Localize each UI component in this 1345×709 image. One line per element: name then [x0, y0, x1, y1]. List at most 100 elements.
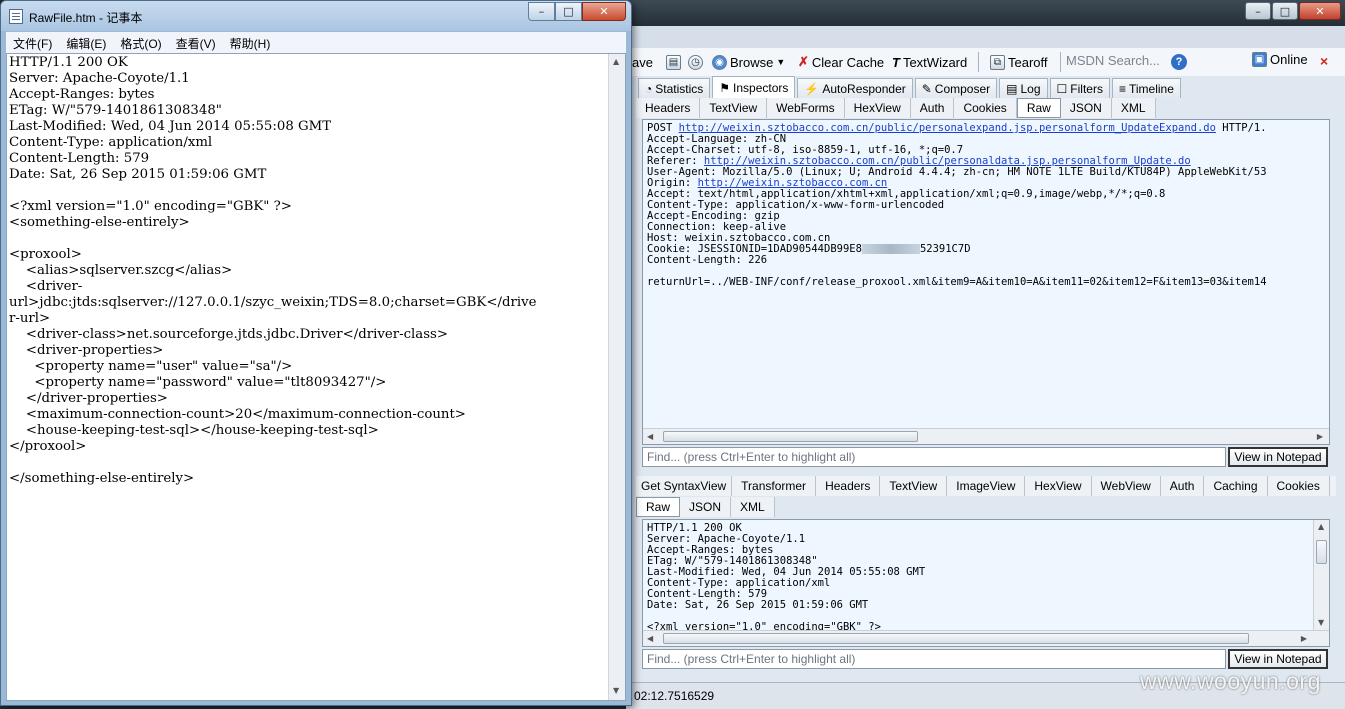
menu-file[interactable]: 文件(F) — [6, 32, 59, 53]
response-raw-text: HTTP/1.1 200 OK Server: Apache-Coyote/1.… — [647, 522, 926, 633]
resp-tab-syntaxview[interactable]: Get SyntaxView — [636, 476, 733, 496]
req-tab-xml[interactable]: XML — [1111, 98, 1156, 118]
tab-timeline[interactable]: ≡ Timeline — [1111, 78, 1181, 98]
help-icon[interactable]: ? — [1171, 54, 1187, 70]
req-tab-hexview[interactable]: HexView — [844, 98, 911, 118]
resp-tab-webview[interactable]: WebView — [1091, 476, 1161, 496]
req-tab-auth[interactable]: Auth — [910, 98, 955, 118]
online-indicator[interactable]: ▣ Online — [1252, 52, 1308, 67]
editor-vscrollbar[interactable]: ▲ ▼ — [608, 54, 625, 700]
notepad-app-icon[interactable] — [9, 9, 23, 24]
resp-tab-textview[interactable]: TextView — [880, 476, 948, 496]
tab-statistics[interactable]: ◔ Statistics — [638, 78, 711, 98]
request-raw-pane[interactable]: POST http://weixin.sztobacco.com.cn/publ… — [642, 119, 1330, 445]
filters-icon: ☐ — [1056, 81, 1068, 96]
req-tab-cookies[interactable]: Cookies — [954, 98, 1017, 118]
resp-tab-hexview[interactable]: HexView — [1025, 476, 1092, 496]
textwizard-button[interactable]: T TextWizard — [892, 48, 967, 76]
notepad-titlebar[interactable]: RawFile.htm - 记事本 – □ ✕ — [1, 1, 631, 31]
req-tab-webforms[interactable]: WebForms — [767, 98, 845, 118]
autoresponder-icon: ⚡ — [804, 81, 820, 96]
scroll-thumb[interactable] — [1316, 540, 1327, 564]
request-find-input[interactable]: Find... (press Ctrl+Enter to highlight a… — [642, 447, 1226, 467]
tab-label: Log — [1020, 81, 1041, 96]
req-tab-raw[interactable]: Raw — [1016, 98, 1061, 118]
resp-tab-transformer[interactable]: Transformer — [732, 476, 817, 496]
scroll-thumb[interactable] — [663, 431, 918, 442]
online-label: Online — [1270, 52, 1308, 67]
document-text: HTTP/1.1 200 OK Server: Apache-Coyote/1.… — [9, 55, 537, 486]
menu-help[interactable]: 帮助(H) — [223, 32, 278, 53]
clear-cache-button[interactable]: ✗ Clear Cache — [798, 48, 884, 76]
clear-cache-icon: ✗ — [798, 54, 809, 69]
response-view-in-notepad-button[interactable]: View in Notepad — [1228, 649, 1328, 669]
scroll-thumb[interactable] — [663, 633, 1249, 644]
close-panel-icon[interactable]: × — [1320, 53, 1328, 69]
resp-tab-cookies[interactable]: Cookies — [1267, 476, 1330, 496]
notepad-window: RawFile.htm - 记事本 – □ ✕ 文件(F) 编辑(E) 格式(O… — [0, 0, 632, 706]
request-view-in-notepad-button[interactable]: View in Notepad — [1228, 447, 1328, 467]
header-content-length: Content-Length: 226 — [647, 254, 768, 266]
status-timer: 02:12.7516529 — [634, 689, 715, 703]
resp-tab-json[interactable]: JSON — [680, 497, 732, 517]
response-find-input[interactable]: Find... (press Ctrl+Enter to highlight a… — [642, 649, 1226, 669]
request-raw-text: POST http://weixin.sztobacco.com.cn/publ… — [643, 120, 1329, 291]
menu-view[interactable]: 查看(V) — [169, 32, 223, 53]
req-tab-textview[interactable]: TextView — [700, 98, 768, 118]
resp-tab-raw[interactable]: Raw — [636, 497, 681, 517]
tearoff-button[interactable]: ⧉ Tearoff — [990, 48, 1048, 76]
scroll-left-icon[interactable]: ◀ — [647, 634, 653, 643]
scroll-left-icon[interactable]: ◀ — [647, 432, 653, 441]
find-process-button[interactable]: ◷ — [688, 48, 703, 76]
text-editor-area[interactable]: HTTP/1.1 200 OK Server: Apache-Coyote/1.… — [6, 53, 626, 701]
scroll-down-icon[interactable]: ▼ — [613, 686, 619, 695]
save-label: ave — [632, 54, 653, 70]
timer-icon: ◷ — [688, 54, 703, 70]
req-tab-headers[interactable]: Headers — [636, 98, 701, 118]
minimize-button[interactable]: – — [528, 2, 555, 21]
scroll-right-icon[interactable]: ▶ — [1301, 634, 1307, 643]
resp-tab-caching[interactable]: Caching — [1204, 476, 1268, 496]
response-tabs: Get SyntaxView Transformer Headers TextV… — [636, 476, 1336, 496]
resp-tab-auth[interactable]: Auth — [1160, 476, 1205, 496]
close-button[interactable]: ✕ — [582, 2, 626, 21]
fiddler-minimize-button[interactable]: – — [1245, 2, 1271, 20]
toolbar-separator — [978, 52, 979, 72]
browse-button[interactable]: ◉ Browse ▼ — [712, 48, 785, 76]
fiddler-menubar — [626, 26, 1345, 48]
toolbar-separator — [1060, 52, 1061, 72]
maximize-button[interactable]: □ — [555, 2, 582, 21]
fiddler-close-button[interactable]: ✕ — [1299, 2, 1341, 20]
tab-log[interactable]: ▤ Log — [999, 78, 1048, 98]
req-tab-json[interactable]: JSON — [1060, 98, 1112, 118]
msdn-search-input[interactable]: MSDN Search... — [1066, 53, 1160, 71]
response-vscrollbar[interactable]: ▲ ▼ — [1313, 520, 1329, 630]
response-raw-pane[interactable]: HTTP/1.1 200 OK Server: Apache-Coyote/1.… — [642, 519, 1330, 647]
scroll-right-icon[interactable]: ▶ — [1317, 432, 1323, 441]
resp-tab-headers[interactable]: Headers — [816, 476, 881, 496]
chevron-down-icon[interactable]: ▼ — [776, 57, 785, 67]
menu-edit[interactable]: 编辑(E) — [59, 32, 113, 53]
response-hscrollbar[interactable]: ◀ ▶ — [643, 630, 1329, 646]
scroll-down-icon[interactable]: ▼ — [1318, 618, 1324, 627]
main-tabs: ◔ Statistics ⚑ Inspectors ⚡ AutoResponder ✎… — [638, 76, 1183, 98]
tab-inspectors[interactable]: ⚑ Inspectors — [712, 76, 796, 98]
timeline-icon: ≡ — [1118, 81, 1126, 96]
menu-format[interactable]: 格式(O) — [113, 32, 168, 53]
scroll-up-icon[interactable]: ▲ — [613, 57, 619, 66]
statistics-icon: ◔ — [645, 81, 653, 96]
fiddler-maximize-button[interactable]: □ — [1272, 2, 1298, 20]
request-tabs: Headers TextView WebForms HexView Auth C… — [636, 98, 1156, 118]
tab-autoresponder[interactable]: ⚡ AutoResponder — [797, 78, 913, 98]
scroll-up-icon[interactable]: ▲ — [1318, 522, 1324, 531]
tab-label: Timeline — [1128, 81, 1174, 96]
tab-filters[interactable]: ☐ Filters — [1049, 78, 1110, 98]
resp-tab-imageview[interactable]: ImageView — [947, 476, 1026, 496]
request-hscrollbar[interactable]: ◀ ▶ — [643, 428, 1329, 444]
fiddler-titlebar: – □ ✕ — [626, 0, 1345, 26]
browse-icon: ◉ — [712, 54, 727, 70]
save-button[interactable]: ave — [632, 48, 653, 76]
tab-composer[interactable]: ✎ Composer — [914, 78, 998, 98]
resp-tab-xml[interactable]: XML — [731, 497, 775, 517]
stream-button[interactable]: ▤ — [666, 48, 681, 76]
